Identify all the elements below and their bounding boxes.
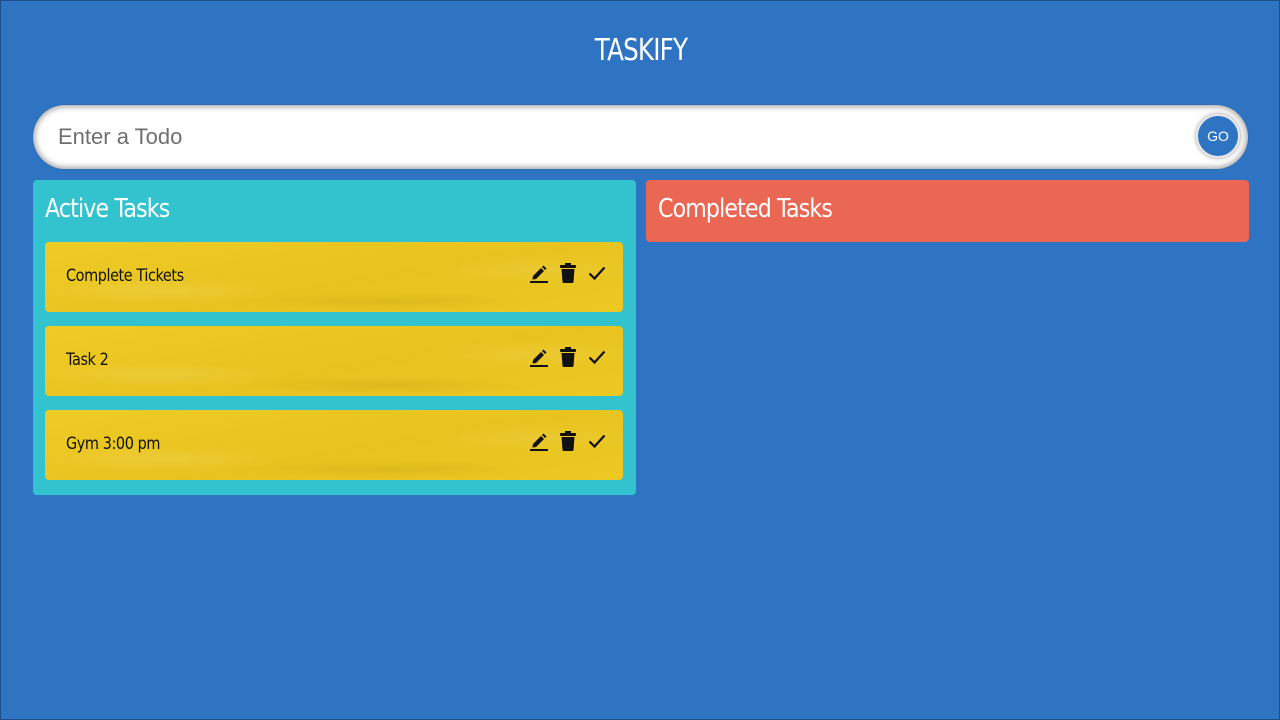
task-card: Task 2 <box>45 326 623 396</box>
pencil-icon[interactable] <box>529 430 549 452</box>
completed-tasks-heading: Completed Tasks <box>658 194 833 224</box>
todo-input[interactable] <box>33 105 1248 169</box>
trash-icon[interactable] <box>558 346 578 368</box>
completed-tasks-panel: Completed Tasks <box>646 180 1249 242</box>
trash-icon[interactable] <box>558 262 578 284</box>
task-actions <box>529 346 607 368</box>
task-actions <box>529 430 607 452</box>
active-tasks-heading: Active Tasks <box>45 194 170 224</box>
pencil-icon[interactable] <box>529 262 549 284</box>
go-button[interactable]: GO <box>1196 114 1240 158</box>
task-actions <box>529 262 607 284</box>
task-text: Gym 3:00 pm <box>66 434 161 454</box>
checkmark-icon[interactable] <box>587 346 607 368</box>
task-card: Complete Tickets <box>45 242 623 312</box>
active-tasks-panel: Active Tasks Complete Tickets Task 2 Gym… <box>33 180 636 495</box>
checkmark-icon[interactable] <box>587 262 607 284</box>
trash-icon[interactable] <box>558 430 578 452</box>
task-text: Task 2 <box>66 350 109 370</box>
task-text: Complete Tickets <box>66 266 184 286</box>
app-title: TASKIFY <box>594 33 688 68</box>
todo-input-form: GO <box>33 105 1248 169</box>
checkmark-icon[interactable] <box>587 430 607 452</box>
task-card: Gym 3:00 pm <box>45 410 623 480</box>
pencil-icon[interactable] <box>529 346 549 368</box>
